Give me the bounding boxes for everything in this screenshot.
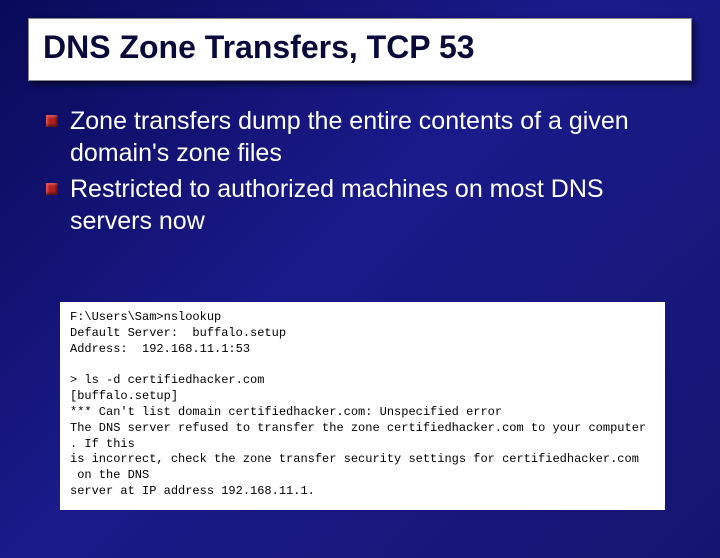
terminal-line: on the DNS bbox=[70, 468, 149, 482]
list-item: Restricted to authorized machines on mos… bbox=[46, 173, 680, 237]
bullet-text: Zone transfers dump the entire contents … bbox=[70, 107, 629, 167]
terminal-line: . If this bbox=[70, 437, 135, 451]
terminal-line: server at IP address 192.168.11.1. bbox=[70, 484, 315, 498]
slide-title: DNS Zone Transfers, TCP 53 bbox=[28, 18, 692, 81]
terminal-line: [buffalo.setup] bbox=[70, 389, 178, 403]
list-item: Zone transfers dump the entire contents … bbox=[46, 105, 680, 169]
terminal-line: *** Can't list domain certifiedhacker.co… bbox=[70, 405, 502, 419]
bullet-list: Zone transfers dump the entire contents … bbox=[46, 105, 680, 237]
terminal-line: F:\Users\Sam>nslookup bbox=[70, 310, 221, 324]
bullet-icon bbox=[46, 183, 58, 195]
terminal-line: Default Server: buffalo.setup bbox=[70, 326, 286, 340]
terminal-line: > ls -d certifiedhacker.com bbox=[70, 373, 264, 387]
terminal-output: F:\Users\Sam>nslookup Default Server: bu… bbox=[60, 302, 665, 510]
terminal-line: The DNS server refused to transfer the z… bbox=[70, 421, 646, 435]
slide: DNS Zone Transfers, TCP 53 Zone transfer… bbox=[0, 18, 720, 558]
bullet-text: Restricted to authorized machines on mos… bbox=[70, 175, 604, 235]
terminal-line: Address: 192.168.11.1:53 bbox=[70, 342, 250, 356]
bullet-icon bbox=[46, 115, 58, 127]
terminal-line: is incorrect, check the zone transfer se… bbox=[70, 452, 639, 466]
